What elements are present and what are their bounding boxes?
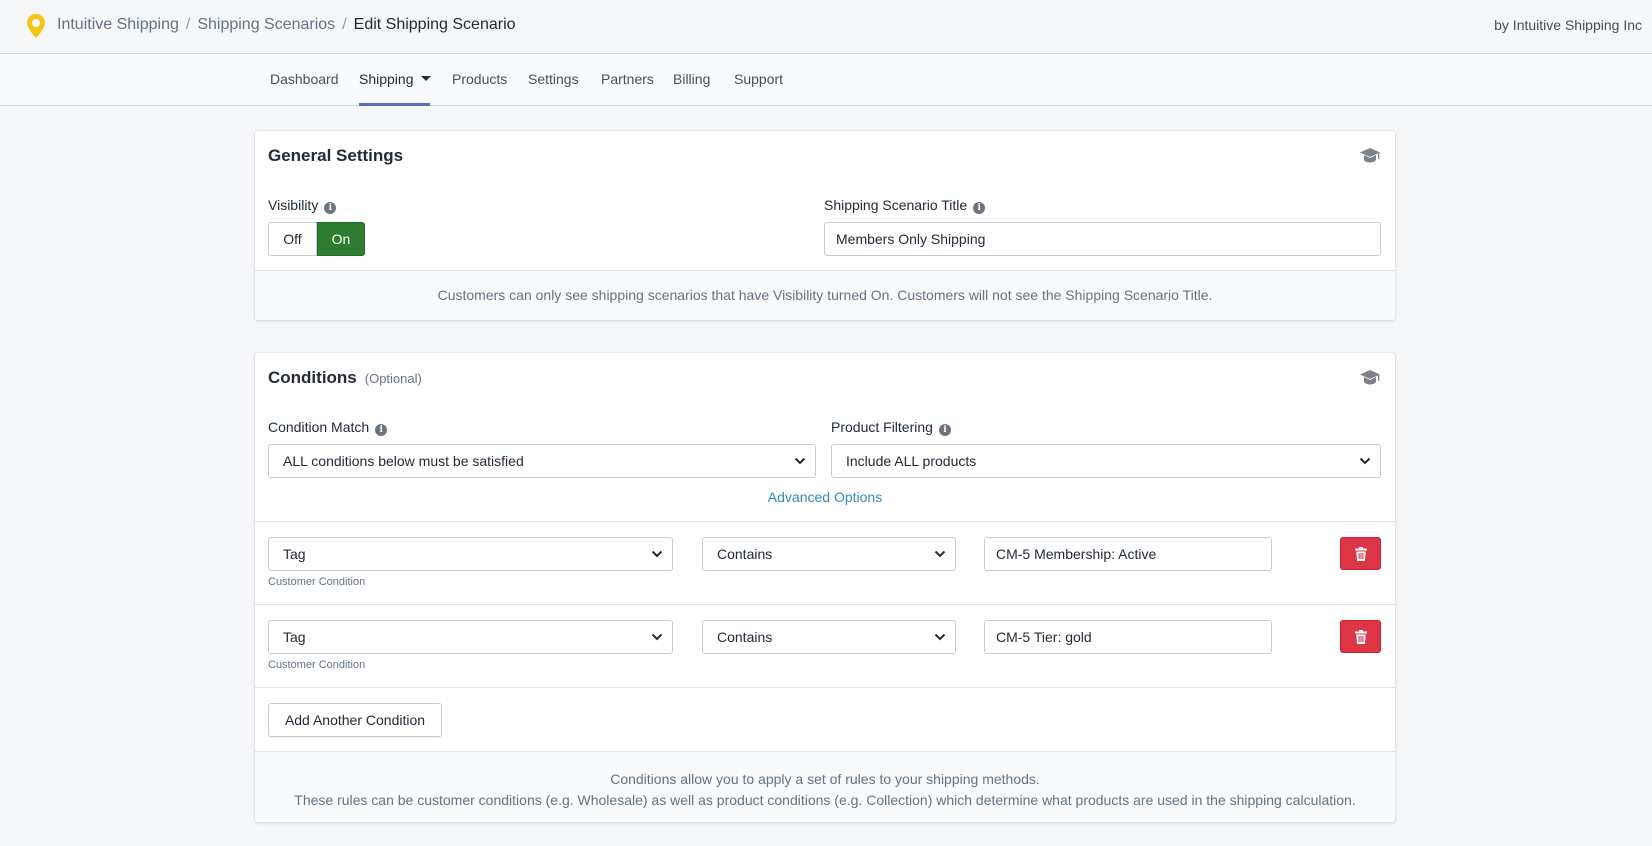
product-filtering-label: Product Filtering i [831,419,951,436]
divider [255,687,1395,688]
info-icon[interactable]: i [324,202,337,214]
chevron-down-icon [1359,457,1371,465]
condition-2-field-value: Tag [283,629,306,645]
breadcrumb-separator: / [342,16,347,33]
general-settings-title: General Settings [268,146,404,165]
breadcrumb-shipping-scenarios[interactable]: Shipping Scenarios [197,16,335,33]
breadcrumb: Intuitive Shipping / Shipping Scenarios / Ed… [57,16,516,34]
condition-1-value-input[interactable]: CM-5 Membership: Active [984,537,1272,571]
divider [255,604,1395,605]
condition-1-delete-button[interactable] [1340,537,1381,570]
condition-1-type-label: Customer Condition [268,576,366,588]
visibility-on-button[interactable]: On [317,222,365,256]
scenario-title-label-text: Shipping Scenario Title [824,197,968,213]
general-settings-card: General Settings Visibility i Off On Ship… [255,131,1395,320]
info-icon[interactable]: i [938,424,951,436]
product-filtering-label-text: Product Filtering [831,419,933,435]
map-pin-icon[interactable] [26,13,46,39]
conditions-title-text: Conditions [268,368,357,387]
breadcrumb-current: Edit Shipping Scenario [353,16,516,33]
scenario-title-label: Shipping Scenario Title i [824,197,986,214]
nav-dashboard[interactable]: Dashboard [270,71,339,87]
condition-2-delete-button[interactable] [1340,620,1381,653]
condition-2-operator-select[interactable]: Contains [702,620,956,654]
visibility-off-button[interactable]: Off [268,222,317,256]
conditions-card: Conditions (Optional) Condition Match i AL… [255,353,1395,822]
chevron-down-icon [794,457,806,465]
nav-shipping-label: Shipping [359,71,414,87]
condition-2-type-label: Customer Condition [268,659,366,671]
condition-2-operator-value: Contains [717,629,773,645]
condition-1-field-select[interactable]: Tag [268,537,673,571]
condition-2-field-select[interactable]: Tag [268,620,673,654]
general-settings-footer: Customers can only see shipping scenario… [255,270,1395,320]
condition-1-operator-value: Contains [717,546,773,562]
conditions-title: Conditions (Optional) [268,368,422,388]
product-filtering-select[interactable]: Include ALL products [831,444,1381,478]
active-tab-indicator [359,103,430,106]
byline: by Intuitive Shipping Inc [1494,17,1642,33]
condition-match-label: Condition Match i [268,419,388,436]
chevron-down-icon [651,633,663,641]
nav-products[interactable]: Products [452,71,507,87]
condition-match-select[interactable]: ALL conditions below must be satisfied [268,444,816,478]
breadcrumb-separator: / [185,16,191,33]
caret-down-icon [420,76,431,81]
visibility-toggle[interactable]: Off On [268,222,365,256]
conditions-footer-line-1: Conditions allow you to apply a set of r… [610,771,1040,787]
nav-shipping[interactable]: Shipping [359,71,431,87]
nav-billing[interactable]: Billing [673,71,710,87]
chevron-down-icon [934,633,946,641]
graduation-cap-icon[interactable] [1359,146,1381,164]
scenario-title-input[interactable]: Members Only Shipping [824,222,1381,256]
conditions-footer-line-2: These rules can be customer conditions (… [294,792,1356,808]
info-icon[interactable]: i [973,202,986,214]
visibility-label: Visibility i [268,197,337,214]
main-nav: Dashboard Shipping Products Settings Par… [0,54,1652,106]
optional-tag: (Optional) [364,371,422,386]
top-bar: Intuitive Shipping / Shipping Scenarios / Ed… [0,0,1652,54]
condition-2-value-input[interactable]: CM-5 Tier: gold [984,620,1272,654]
condition-match-label-text: Condition Match [268,419,370,435]
conditions-footer: Conditions allow you to apply a set of r… [255,751,1395,822]
breadcrumb-app[interactable]: Intuitive Shipping [57,16,179,33]
trash-icon [1355,547,1367,561]
graduation-cap-icon[interactable] [1359,368,1381,386]
chevron-down-icon [934,550,946,558]
condition-match-value: ALL conditions below must be satisfied [283,453,524,469]
product-filtering-value: Include ALL products [846,453,977,469]
divider [255,521,1395,522]
nav-support[interactable]: Support [734,71,783,87]
chevron-down-icon [651,550,663,558]
condition-1-operator-select[interactable]: Contains [702,537,956,571]
advanced-options-link[interactable]: Advanced Options [255,489,1395,505]
nav-settings[interactable]: Settings [528,71,579,87]
visibility-label-text: Visibility [268,197,319,213]
trash-icon [1355,630,1367,644]
info-icon[interactable]: i [375,424,388,436]
nav-partners[interactable]: Partners [601,71,654,87]
condition-1-field-value: Tag [283,546,306,562]
add-condition-button[interactable]: Add Another Condition [268,703,442,737]
